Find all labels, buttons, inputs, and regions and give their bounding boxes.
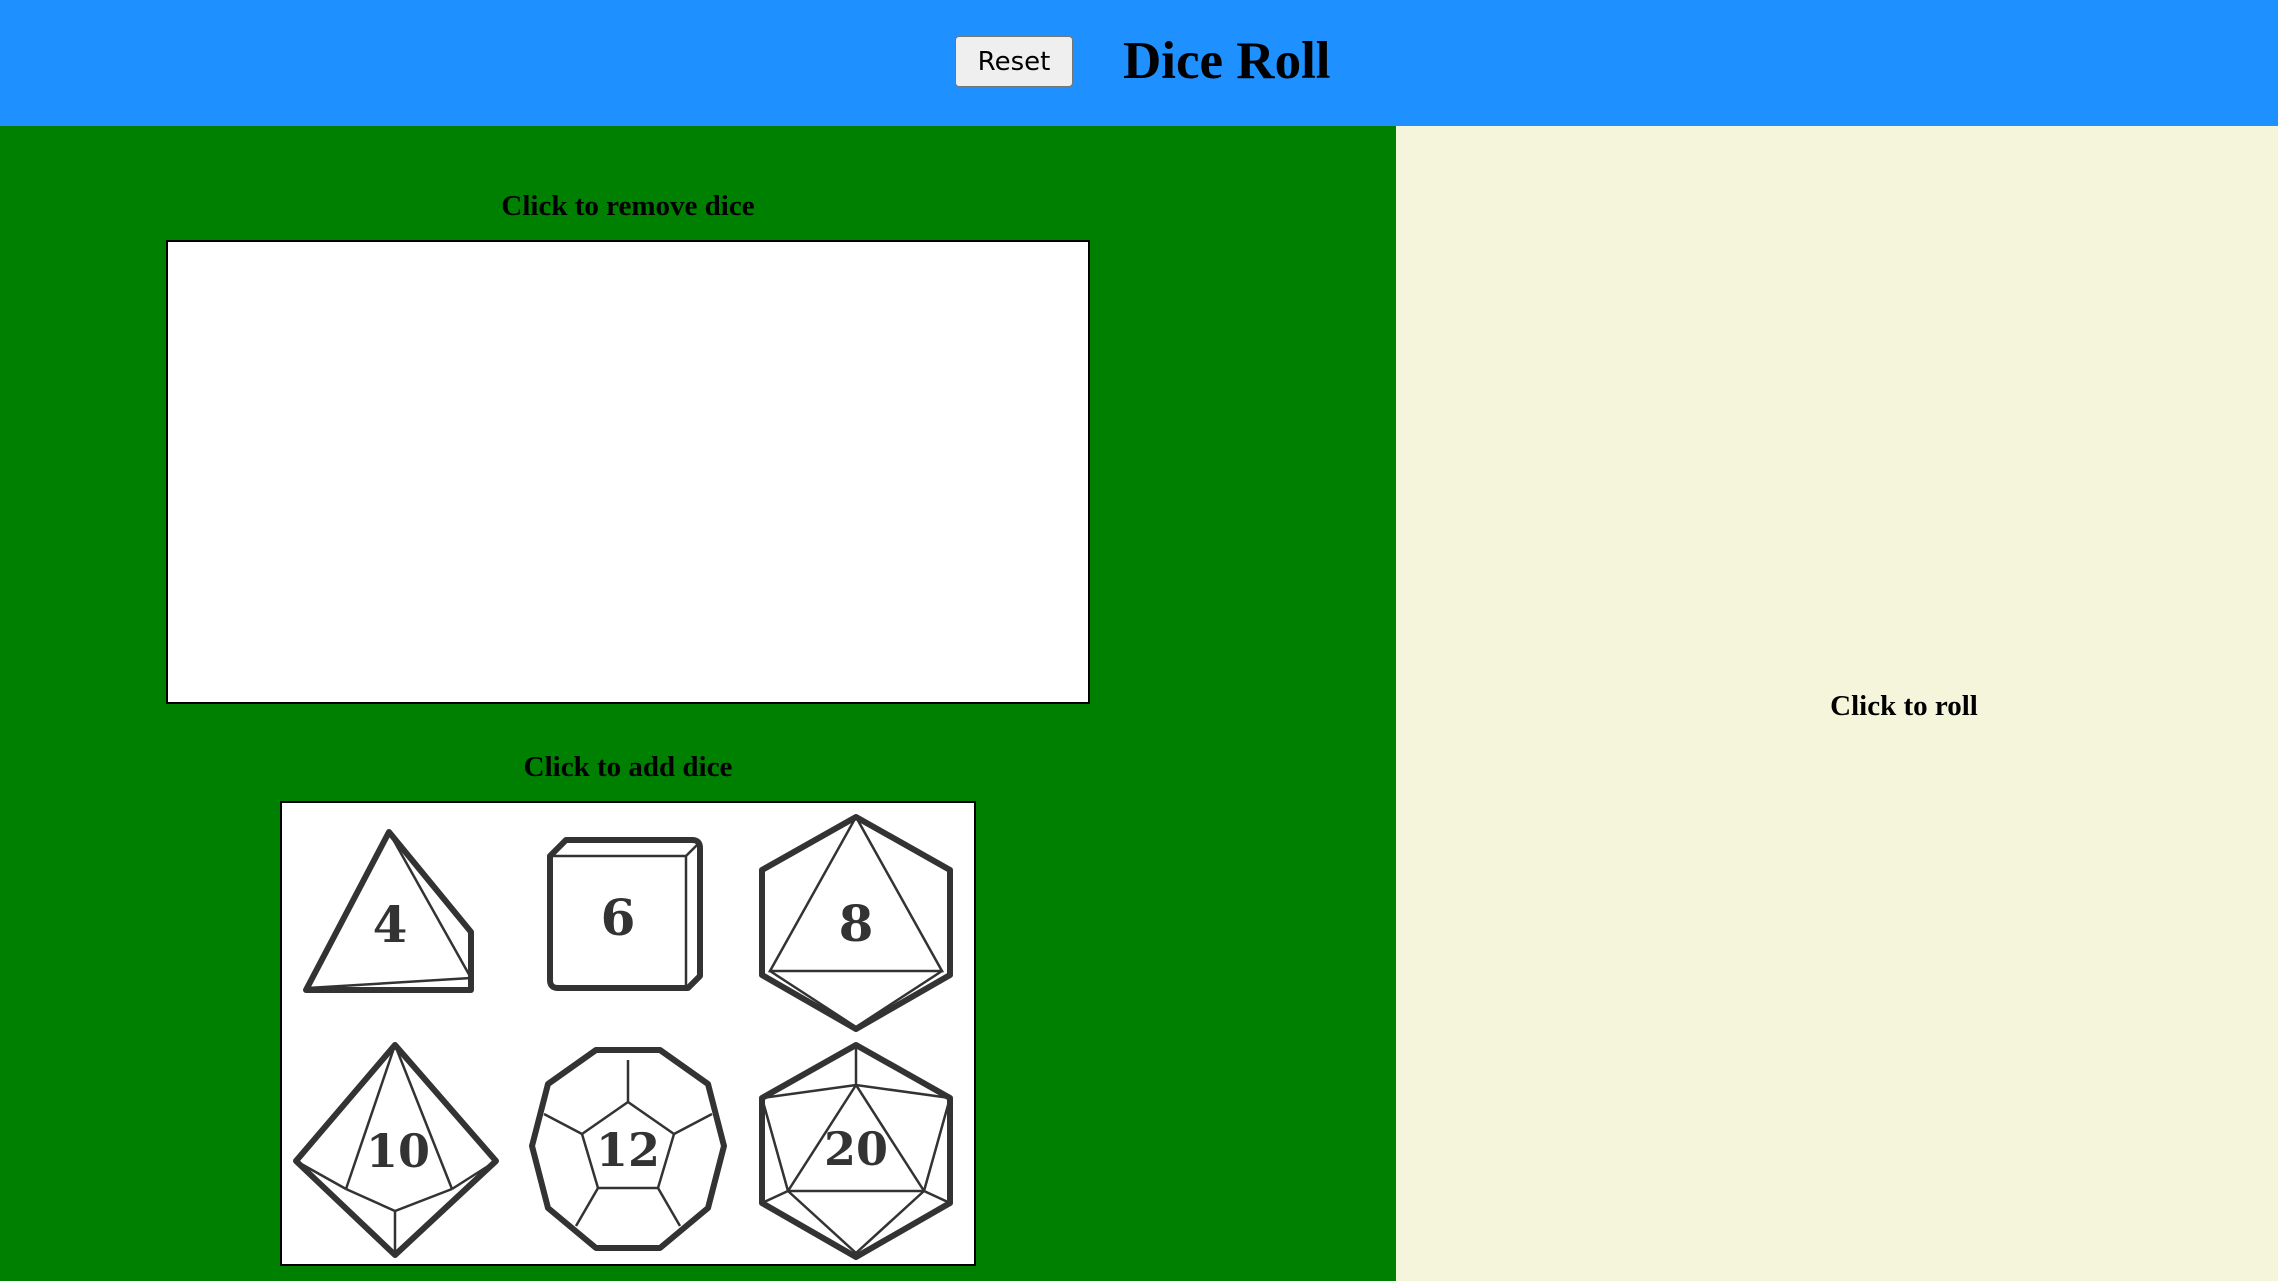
d12-icon: 12 [529,1047,727,1251]
d4-label: 4 [373,895,408,954]
d8-icon: 8 [759,814,953,1032]
d6-label: 6 [601,888,636,947]
d12-label: 12 [596,1123,660,1177]
d4-icon: 4 [303,829,474,993]
d10-icon: 10 [293,1042,499,1258]
d6-icon: 6 [547,837,703,991]
d10-label: 10 [366,1124,430,1178]
dice-selection-panel: Click to remove dice Click to add dice 4 [0,126,1396,1281]
dice-palette: 4 6 8 10 12 20 [280,801,976,1266]
d4-die[interactable]: 4 [298,828,488,1003]
page-title: Dice Roll [1123,32,1331,90]
d6-die[interactable]: 6 [546,836,706,996]
d20-icon: 20 [759,1042,953,1260]
d20-die[interactable]: 20 [758,1041,958,1263]
d12-die[interactable]: 12 [528,1046,728,1256]
d8-label: 8 [839,894,874,953]
selected-dice-area[interactable] [166,240,1090,704]
d10-die[interactable]: 10 [292,1041,502,1261]
remove-dice-label: Click to remove dice [501,190,755,222]
d8-die[interactable]: 8 [758,813,958,1035]
roll-area[interactable]: Click to roll [1396,126,2278,1281]
reset-button[interactable]: Reset [955,36,1073,87]
add-dice-label: Click to add dice [523,751,733,783]
d20-label: 20 [824,1122,888,1176]
roll-label: Click to roll [1830,690,1978,722]
header-bar: Reset Dice Roll [0,0,2278,126]
